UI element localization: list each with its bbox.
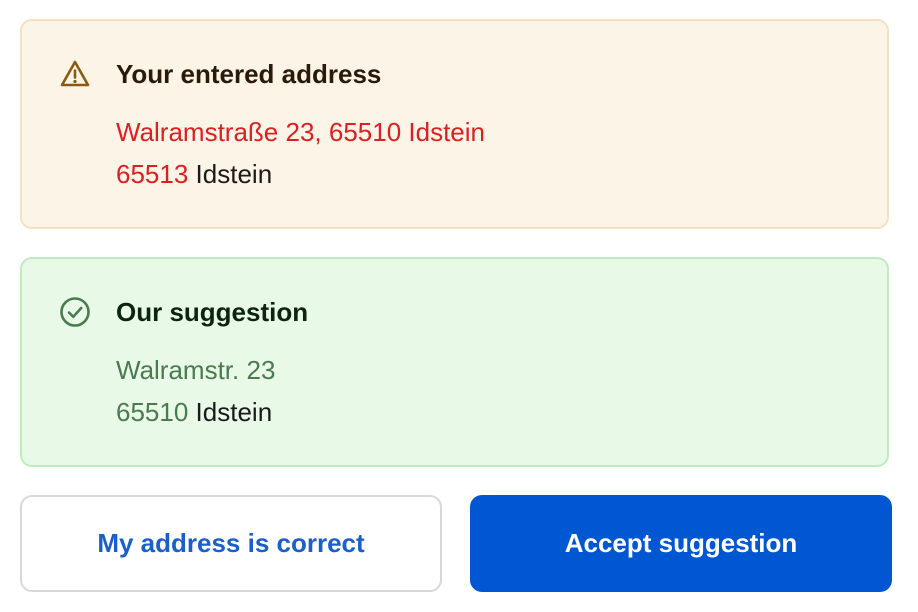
check-circle-icon	[59, 296, 91, 328]
suggested-address-card: Our suggestion Walramstr. 23 65510 Idste…	[20, 257, 889, 467]
entered-city: Idstein	[195, 159, 273, 189]
entered-city-line: 65513 Idstein	[116, 157, 272, 191]
suggested-street: Walramstr. 23	[116, 355, 276, 385]
entered-street-line: Walramstraße 23, 65510 Idstein	[116, 115, 485, 149]
warning-triangle-icon	[59, 58, 91, 90]
suggested-postal-code: 65510	[116, 397, 189, 427]
entered-address-card: Your entered address Walramstraße 23, 65…	[20, 19, 889, 229]
suggested-city-line: 65510 Idstein	[116, 395, 272, 429]
suggestion-title: Our suggestion	[116, 297, 309, 327]
entered-postal-code: 65513	[116, 159, 189, 189]
accept-suggestion-button[interactable]: Accept suggestion	[470, 495, 892, 592]
suggested-street-line: Walramstr. 23	[116, 353, 275, 387]
suggested-city: Idstein	[195, 397, 273, 427]
entered-address-title: Your entered address	[116, 59, 382, 89]
entered-street: Walramstraße 23, 65510 Idstein	[116, 117, 485, 147]
keep-address-button[interactable]: My address is correct	[20, 495, 442, 592]
